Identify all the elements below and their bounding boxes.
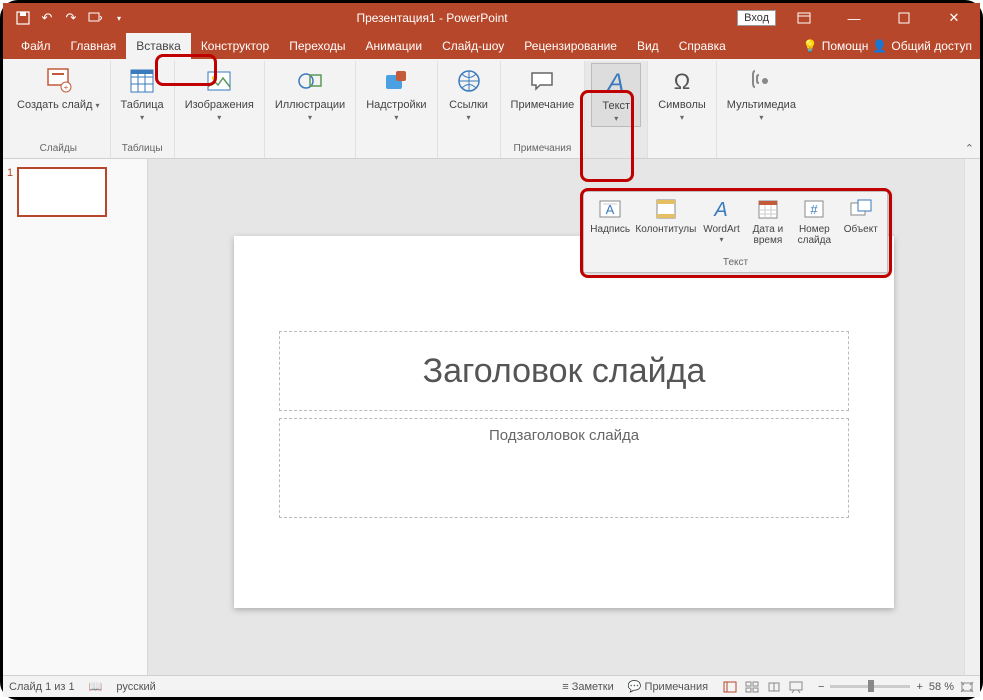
zoom-out-button[interactable]: − <box>818 681 824 693</box>
comments-group-label: Примечания <box>514 143 572 156</box>
addins-button[interactable]: Надстройки▾ <box>362 63 430 125</box>
tab-animations[interactable]: Анимации <box>356 33 433 59</box>
thumbnail-number: 1 <box>7 167 13 179</box>
reading-view-icon[interactable] <box>766 680 782 694</box>
media-button[interactable]: Мультимедиа▾ <box>723 63 800 125</box>
tab-help[interactable]: Справка <box>669 33 736 59</box>
share-icon: 👤 <box>872 39 887 53</box>
tab-transitions[interactable]: Переходы <box>279 33 355 59</box>
tables-group-label: Таблицы <box>122 143 163 156</box>
wordart-button[interactable]: A WordArt▾ <box>699 194 743 255</box>
slide-number-button[interactable]: # Номер слайда <box>792 194 836 255</box>
links-icon <box>453 65 485 97</box>
svg-text:A: A <box>714 199 728 221</box>
wordart-icon: A <box>708 196 734 222</box>
close-icon[interactable]: ✕ <box>932 4 976 32</box>
notes-button[interactable]: ≡ Заметки <box>562 681 614 693</box>
slide-thumbnail-1[interactable] <box>17 167 107 217</box>
slide-canvas[interactable]: Заголовок слайда Подзаголовок слайда <box>234 236 894 608</box>
quick-access-toolbar: ↶ ↷ ▾ <box>7 10 127 26</box>
titlebar: ↶ ↷ ▾ Презентация1 - PowerPoint Вход — ✕ <box>3 3 980 33</box>
title-placeholder[interactable]: Заголовок слайда <box>279 331 849 411</box>
text-flyout: A Надпись Колонтитулы A WordArt▾ Дата и … <box>583 191 888 273</box>
tab-review[interactable]: Рецензирование <box>514 33 627 59</box>
media-icon <box>745 65 777 97</box>
svg-text:+: + <box>64 83 69 92</box>
save-icon[interactable] <box>15 10 31 26</box>
redo-icon[interactable]: ↷ <box>63 10 79 26</box>
new-slide-button[interactable]: + Создать слайд ▾ <box>13 63 104 113</box>
addins-icon <box>380 65 412 97</box>
symbols-icon: Ω <box>666 65 698 97</box>
share-button[interactable]: 👤Общий доступ <box>872 39 972 53</box>
images-icon <box>203 65 235 97</box>
tab-view[interactable]: Вид <box>627 33 669 59</box>
ribbon: + Создать слайд ▾ Слайды Таблица▾ Таблиц… <box>3 59 980 159</box>
tab-design[interactable]: Конструктор <box>191 33 279 59</box>
ribbon-display-options-icon[interactable] <box>782 4 826 32</box>
comment-icon <box>526 65 558 97</box>
subtitle-placeholder[interactable]: Подзаголовок слайда <box>279 418 849 518</box>
object-icon <box>848 196 874 222</box>
illustrations-icon <box>294 65 326 97</box>
slide-count[interactable]: Слайд 1 из 1 <box>9 681 75 693</box>
normal-view-icon[interactable] <box>722 680 738 694</box>
images-button[interactable]: Изображения▾ <box>181 63 258 125</box>
language-indicator[interactable]: русский <box>116 681 155 693</box>
text-group-label: Текст <box>588 255 883 270</box>
table-icon <box>126 65 158 97</box>
text-button[interactable]: A Текст▾ <box>591 63 641 127</box>
svg-text:#: # <box>811 202 819 217</box>
textbox-button[interactable]: A Надпись <box>588 194 632 255</box>
ribbon-tabs: Файл Главная Вставка Конструктор Переход… <box>3 33 980 59</box>
slideshow-view-icon[interactable] <box>788 680 804 694</box>
svg-text:A: A <box>606 69 624 96</box>
tellme-button[interactable]: 💡Помощн <box>803 39 869 53</box>
zoom-in-button[interactable]: + <box>916 681 922 693</box>
date-time-icon <box>755 196 781 222</box>
start-from-beginning-icon[interactable] <box>87 10 103 26</box>
slide-number-icon: # <box>801 196 827 222</box>
tab-home[interactable]: Главная <box>61 33 127 59</box>
collapse-ribbon-icon[interactable]: ⌃ <box>965 142 974 155</box>
statusbar: Слайд 1 из 1 📖 русский ≡ Заметки 💬 Приме… <box>3 675 980 697</box>
spellcheck-icon[interactable]: 📖 <box>89 680 103 693</box>
comment-button[interactable]: Примечание <box>507 63 579 113</box>
lightbulb-icon: 💡 <box>803 39 818 53</box>
tab-insert[interactable]: Вставка <box>126 33 191 59</box>
tab-file[interactable]: Файл <box>11 33 61 59</box>
date-time-button[interactable]: Дата и время <box>746 194 790 255</box>
zoom-control: − + 58 % <box>818 681 974 693</box>
zoom-level[interactable]: 58 % <box>929 681 954 693</box>
header-footer-button[interactable]: Колонтитулы <box>634 194 697 255</box>
undo-icon[interactable]: ↶ <box>39 10 55 26</box>
slide-thumbnail-panel: 1 <box>3 159 148 675</box>
maximize-icon[interactable] <box>882 4 926 32</box>
comments-button[interactable]: 💬 Примечания <box>628 680 708 693</box>
signin-button[interactable]: Вход <box>737 10 776 26</box>
slide-sorter-view-icon[interactable] <box>744 680 760 694</box>
symbols-button[interactable]: Ω Символы▾ <box>654 63 710 125</box>
window-title: Презентация1 - PowerPoint <box>127 11 737 25</box>
new-slide-icon: + <box>42 65 74 97</box>
illustrations-button[interactable]: Иллюстрации▾ <box>271 63 349 125</box>
text-icon: A <box>600 66 632 98</box>
qat-customize-icon[interactable]: ▾ <box>111 10 127 26</box>
slides-group-label: Слайды <box>40 143 77 156</box>
zoom-slider[interactable] <box>830 685 910 688</box>
links-button[interactable]: Ссылки▾ <box>444 63 494 125</box>
table-button[interactable]: Таблица▾ <box>117 63 168 125</box>
header-footer-icon <box>653 196 679 222</box>
vertical-scrollbar[interactable] <box>964 159 980 675</box>
fit-to-window-icon[interactable] <box>960 681 974 693</box>
textbox-icon: A <box>597 196 623 222</box>
object-button[interactable]: Объект <box>839 194 883 255</box>
tab-slideshow[interactable]: Слайд-шоу <box>432 33 514 59</box>
svg-text:Ω: Ω <box>674 69 690 94</box>
minimize-icon[interactable]: — <box>832 4 876 32</box>
